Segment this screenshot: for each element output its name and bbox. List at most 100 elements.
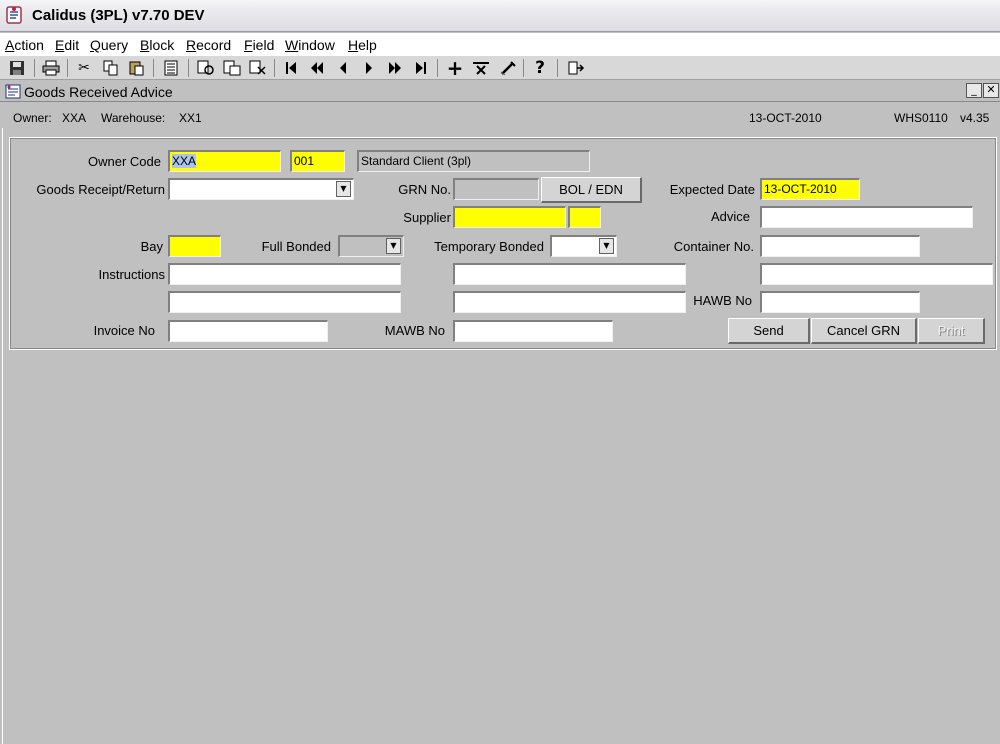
print-icon[interactable]	[40, 58, 62, 78]
first-record-icon[interactable]	[280, 58, 302, 78]
menu-block[interactable]: Block	[140, 37, 174, 53]
owner-code-value: XXA	[172, 154, 197, 168]
previous-block-icon[interactable]	[306, 58, 328, 78]
close-icon[interactable]: ✕	[983, 83, 999, 98]
temporary-bonded-label: Temporary Bonded	[434, 239, 544, 254]
toolbar-separator	[153, 59, 154, 77]
menu-edit-key: E	[55, 37, 65, 53]
expected-date-field[interactable]: 13-OCT-2010	[760, 178, 860, 200]
menu-record[interactable]: Record	[186, 37, 231, 53]
grn-no-label: GRN No.	[398, 182, 451, 197]
mawb-no-field[interactable]	[453, 320, 613, 342]
menu-field[interactable]: Field	[244, 37, 274, 53]
invoice-no-label: Invoice No	[93, 323, 155, 338]
menu-field-rest: ield	[252, 37, 275, 53]
cut-icon[interactable]: ✂	[73, 58, 95, 78]
minimize-icon[interactable]: _	[966, 83, 982, 98]
instructions-field-5[interactable]	[453, 291, 686, 313]
menu-window-key: W	[285, 37, 299, 53]
insert-record-icon[interactable]: +	[444, 56, 466, 80]
print-button[interactable]: Print	[918, 318, 985, 344]
hawb-no-label: HAWB No	[693, 293, 752, 308]
instructions-field-2[interactable]	[453, 263, 686, 285]
exit-icon[interactable]	[565, 58, 587, 78]
bay-label: Bay	[140, 239, 163, 254]
menu-record-key: R	[186, 37, 197, 53]
menu-bar: Action Edit Query Block Record Field Win…	[0, 33, 1000, 56]
grn-no-field	[453, 178, 539, 200]
last-record-icon[interactable]	[410, 58, 432, 78]
owner-code-field[interactable]: XXA	[168, 150, 281, 172]
save-icon[interactable]	[6, 58, 28, 78]
list-icon[interactable]	[160, 58, 182, 78]
menu-help-rest: elp	[358, 37, 377, 53]
chevron-down-icon[interactable]: ▼	[386, 238, 401, 254]
document-title: Goods Received Advice	[24, 84, 173, 100]
current-date: 13-OCT-2010	[749, 111, 822, 125]
menu-block-key: B	[140, 37, 150, 53]
chevron-down-icon[interactable]: ▼	[336, 181, 351, 197]
delete-record-icon[interactable]	[470, 58, 492, 78]
execute-query-icon[interactable]	[221, 58, 243, 78]
menu-block-rest: lock	[149, 37, 175, 53]
bol-edn-button[interactable]: BOL / EDN	[541, 177, 642, 203]
title-bar: Calidus (3PL) v7.70 DEV	[0, 0, 1000, 32]
invoice-no-field[interactable]	[168, 320, 328, 342]
supplier-field[interactable]	[453, 206, 566, 228]
menu-action[interactable]: Action	[5, 37, 44, 53]
supplier-code-field[interactable]	[568, 206, 601, 228]
next-record-icon[interactable]	[358, 58, 380, 78]
menu-query-key: Q	[90, 37, 101, 53]
previous-record-icon[interactable]	[332, 58, 354, 78]
app-icon	[6, 6, 22, 24]
instructions-field-4[interactable]	[168, 291, 401, 313]
toolbar-separator	[34, 59, 35, 77]
menu-action-key: A	[5, 37, 15, 53]
owner-info-label: Owner:	[13, 111, 52, 125]
chevron-down-icon[interactable]: ▼	[599, 238, 614, 254]
document-title-bar: Goods Received Advice	[0, 81, 1000, 102]
owner-info-value: XXA	[62, 111, 87, 125]
instructions-field-1[interactable]	[168, 263, 401, 285]
info-bar: Owner: XXA Warehouse: XX1 13-OCT-2010 WH…	[0, 103, 1000, 128]
mawb-no-label: MAWB No	[384, 323, 445, 338]
instructions-field-3[interactable]	[760, 263, 993, 285]
window-title: Calidus (3PL) v7.70 DEV	[32, 7, 205, 24]
menu-query-rest: uery	[100, 37, 129, 53]
clear-record-icon[interactable]	[497, 58, 519, 78]
goods-receipt-label: Goods Receipt/Return	[36, 182, 165, 197]
cancel-query-icon[interactable]	[247, 58, 269, 78]
menu-edit[interactable]: Edit	[55, 37, 79, 53]
toolbar-separator	[188, 59, 189, 77]
toolbar-separator	[523, 59, 524, 77]
next-block-icon[interactable]	[384, 58, 406, 78]
help-icon[interactable]: ?	[529, 58, 551, 78]
instructions-label: Instructions	[98, 267, 165, 282]
document-icon	[5, 84, 21, 99]
owner-suffix-field[interactable]: 001	[290, 150, 345, 172]
goods-receipt-select[interactable]	[168, 178, 354, 200]
advice-field[interactable]	[760, 206, 973, 228]
menu-help-key: H	[348, 37, 359, 53]
expected-date-label: Expected Date	[669, 182, 755, 197]
menu-query[interactable]: Query	[90, 37, 128, 53]
copy-icon[interactable]	[100, 58, 122, 78]
warehouse-info-value: XX1	[179, 111, 202, 125]
menu-help[interactable]: Help	[348, 37, 377, 53]
menu-edit-rest: dit	[64, 37, 80, 53]
bay-field[interactable]	[168, 235, 221, 257]
container-no-field[interactable]	[760, 235, 920, 257]
toolbar-separator	[274, 59, 275, 77]
container-no-label: Container No.	[673, 239, 754, 254]
hawb-no-field[interactable]	[760, 291, 920, 313]
toolbar-separator	[557, 59, 558, 77]
owner-name-field: Standard Client (3pl)	[357, 150, 590, 172]
module-version: v4.35	[960, 111, 990, 125]
cancel-grn-button[interactable]: Cancel GRN	[811, 318, 917, 344]
toolbar-separator	[437, 59, 438, 77]
send-button[interactable]: Send	[728, 318, 810, 344]
paste-icon[interactable]	[126, 58, 148, 78]
menu-window[interactable]: Window	[285, 37, 335, 53]
enter-query-icon[interactable]	[195, 58, 217, 78]
toolbar-separator	[67, 59, 68, 77]
